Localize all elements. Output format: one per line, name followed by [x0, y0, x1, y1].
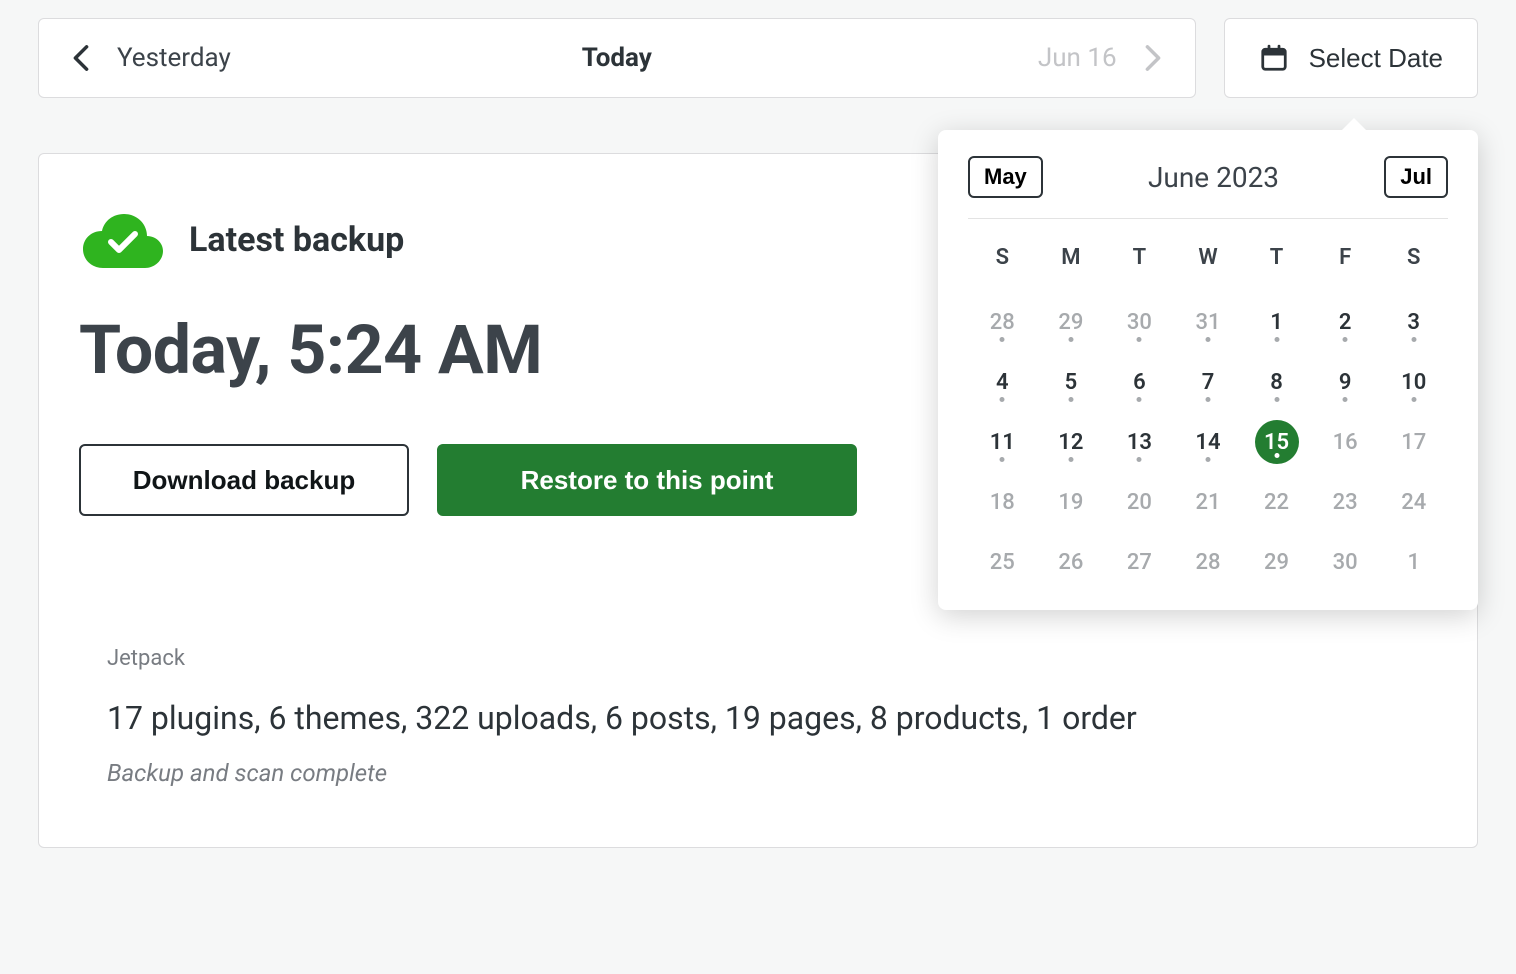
calendar-day: 25 — [968, 540, 1037, 584]
calendar-day[interactable]: 13 — [1105, 420, 1174, 464]
calendar-day: 26 — [1037, 540, 1106, 584]
calendar-day[interactable]: 1 — [1242, 300, 1311, 344]
calendar-day: 21 — [1174, 480, 1243, 524]
date-nav: Yesterday Today Jun 16 — [38, 18, 1196, 98]
calendar-dow: T — [1242, 235, 1311, 284]
calendar-day: 1 — [1379, 540, 1448, 584]
calendar-day[interactable]: 5 — [1037, 360, 1106, 404]
calendar-day: 29 — [1037, 300, 1106, 344]
prev-month-button[interactable]: May — [968, 156, 1043, 198]
restore-button[interactable]: Restore to this point — [437, 444, 857, 516]
calendar-day: 30 — [1311, 540, 1380, 584]
calendar-day: 19 — [1037, 480, 1106, 524]
calendar-day[interactable]: 4 — [968, 360, 1037, 404]
calendar-day: 29 — [1242, 540, 1311, 584]
calendar-day: 23 — [1311, 480, 1380, 524]
next-month-button[interactable]: Jul — [1384, 156, 1448, 198]
download-backup-button[interactable]: Download backup — [79, 444, 409, 516]
calendar-day[interactable]: 6 — [1105, 360, 1174, 404]
nav-prev[interactable]: Yesterday — [69, 43, 231, 73]
select-date-button[interactable]: Select Date — [1224, 18, 1478, 98]
calendar-day[interactable]: 3 — [1379, 300, 1448, 344]
calendar-day[interactable]: 2 — [1311, 300, 1380, 344]
source-label: Jetpack — [107, 646, 1437, 671]
nav-current-label: Today — [582, 43, 652, 73]
latest-backup-title: Latest backup — [189, 220, 404, 260]
calendar-dow: S — [1379, 235, 1448, 284]
backup-status: Backup and scan complete — [107, 759, 1437, 787]
calendar-day: 16 — [1311, 420, 1380, 464]
calendar-dow: T — [1105, 235, 1174, 284]
calendar-popover: May June 2023 Jul SMTWTFS282930311234567… — [938, 130, 1478, 610]
calendar-day: 22 — [1242, 480, 1311, 524]
calendar-icon — [1259, 43, 1289, 73]
calendar-day[interactable]: 15 — [1242, 420, 1311, 464]
calendar-day: 18 — [968, 480, 1037, 524]
calendar-day: 24 — [1379, 480, 1448, 524]
calendar-day: 27 — [1105, 540, 1174, 584]
calendar-day: 30 — [1105, 300, 1174, 344]
calendar-day[interactable]: 14 — [1174, 420, 1243, 464]
calendar-day: 20 — [1105, 480, 1174, 524]
calendar-dow: S — [968, 235, 1037, 284]
calendar-day: 31 — [1174, 300, 1243, 344]
calendar-dow: W — [1174, 235, 1243, 284]
calendar-grid: SMTWTFS282930311234567891011121314151617… — [968, 235, 1448, 584]
calendar-dow: M — [1037, 235, 1106, 284]
calendar-day[interactable]: 10 — [1379, 360, 1448, 404]
calendar-header: May June 2023 Jul — [968, 156, 1448, 219]
calendar-day[interactable]: 8 — [1242, 360, 1311, 404]
calendar-day[interactable]: 9 — [1311, 360, 1380, 404]
top-bar: Yesterday Today Jun 16 Select Date — [38, 18, 1478, 98]
nav-next: Jun 16 — [1038, 43, 1165, 73]
calendar-dow: F — [1311, 235, 1380, 284]
chevron-left-icon — [69, 46, 93, 70]
calendar-day: 28 — [1174, 540, 1243, 584]
calendar-day[interactable]: 11 — [968, 420, 1037, 464]
cloud-check-icon — [79, 210, 165, 270]
nav-prev-label: Yesterday — [117, 43, 231, 73]
chevron-right-icon — [1141, 46, 1165, 70]
calendar-day: 17 — [1379, 420, 1448, 464]
nav-next-label: Jun 16 — [1038, 43, 1117, 73]
calendar-day[interactable]: 12 — [1037, 420, 1106, 464]
calendar-title: June 2023 — [1148, 161, 1279, 194]
backup-summary: 17 plugins, 6 themes, 322 uploads, 6 pos… — [107, 699, 1437, 737]
select-date-label: Select Date — [1309, 43, 1443, 74]
calendar-day: 28 — [968, 300, 1037, 344]
calendar-day[interactable]: 7 — [1174, 360, 1243, 404]
